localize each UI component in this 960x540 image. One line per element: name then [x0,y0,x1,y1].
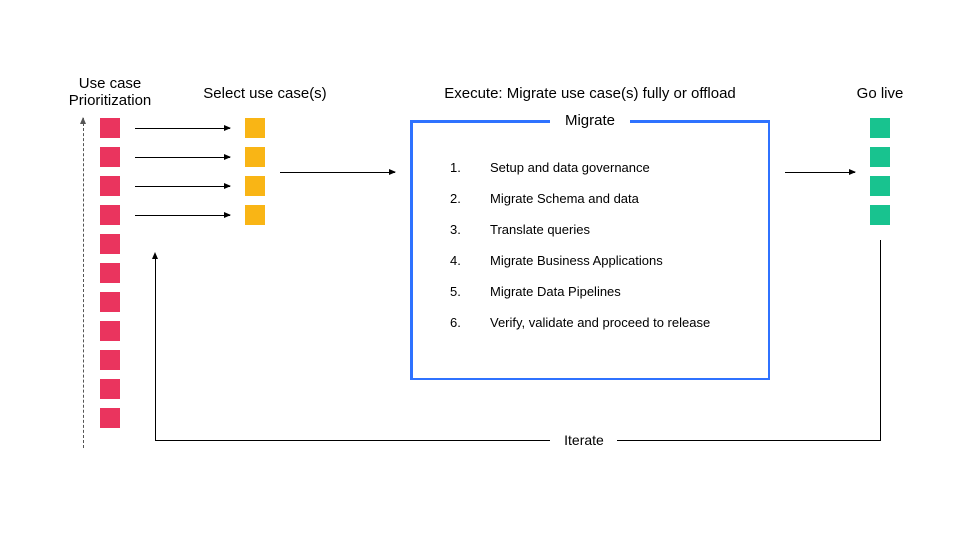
heading-prioritization-line2: Prioritization [69,92,152,109]
red-square [100,176,120,196]
migrate-left-border [410,120,413,380]
red-square [100,263,120,283]
amber-square [245,147,265,167]
migrate-bottom-border [410,378,770,381]
arrow-red-to-amber-2 [135,157,230,158]
iterate-arrowhead [152,252,158,259]
migrate-step: Migrate Schema and data [450,191,750,206]
red-square [100,205,120,225]
diagram-stage: Use case Prioritization Select use case(… [0,0,960,540]
amber-square [245,176,265,196]
red-square [100,118,120,138]
prioritization-axis-arrow [83,118,84,448]
heading-select: Select use case(s) [185,85,345,102]
red-square [100,408,120,428]
amber-square [245,205,265,225]
red-square [100,350,120,370]
golive-column [870,118,890,225]
arrow-select-to-migrate [280,172,395,173]
arrow-red-to-amber-3 [135,186,230,187]
arrow-red-to-amber-4 [135,215,230,216]
iterate-horizontal-left [155,440,550,441]
heading-golive: Go live [840,85,920,102]
migrate-steps: Setup and data governance Migrate Schema … [450,160,750,346]
iterate-right-vertical [880,240,881,440]
arrow-migrate-to-golive [785,172,855,173]
migrate-label: Migrate [560,112,620,129]
red-square [100,147,120,167]
arrow-red-to-amber-1 [135,128,230,129]
red-square [100,234,120,254]
migrate-step: Setup and data governance [450,160,750,175]
red-square [100,321,120,341]
green-square [870,118,890,138]
migrate-right-border [768,120,771,380]
migrate-top-border-left [410,120,550,123]
heading-prioritization-line1: Use case [79,75,142,92]
migrate-box: Migrate Setup and data governanceMigrate… [410,120,770,380]
green-square [870,147,890,167]
migrate-step: Migrate Data Pipelines [450,284,750,299]
red-square [100,379,120,399]
green-square [870,205,890,225]
migrate-step: Migrate Business Applications [450,253,750,268]
green-square [870,176,890,196]
heading-prioritization: Use case Prioritization [50,75,170,109]
heading-execute: Execute: Migrate use case(s) fully or of… [410,85,770,102]
red-square [100,292,120,312]
migrate-step: Translate queries [450,222,750,237]
iterate-horizontal-right [617,440,881,441]
iterate-label: Iterate [550,432,618,448]
amber-square [245,118,265,138]
migrate-step: Verify, validate and proceed to release [450,315,750,330]
migrate-top-border-right [630,120,770,123]
select-column [245,118,265,225]
iterate-left-vertical [155,258,156,441]
prioritization-column [100,118,120,428]
